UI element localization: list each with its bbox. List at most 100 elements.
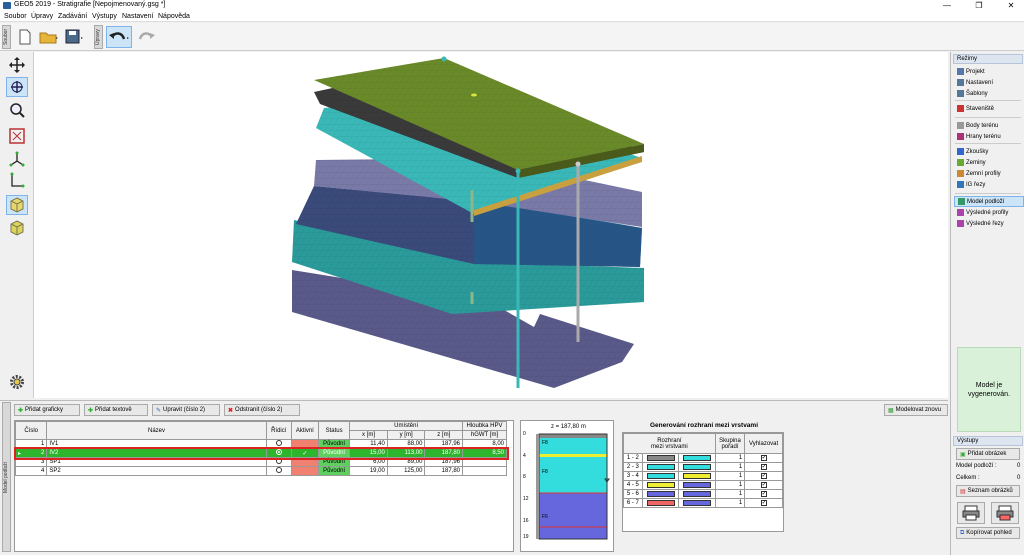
- remove-button[interactable]: ✖ Odstranit (číslo 2): [224, 404, 300, 416]
- row-ridici-radio[interactable]: [265, 439, 292, 449]
- row-status: Původní: [317, 466, 351, 476]
- tab-upravy[interactable]: Úpravy: [94, 25, 103, 49]
- mode-item-5[interactable]: Body terénu: [954, 120, 1024, 131]
- smooth-checkbox[interactable]: ✓: [760, 455, 767, 461]
- smooth-checkbox[interactable]: ✓: [760, 482, 767, 488]
- menu-nastaveni[interactable]: Nastavení: [122, 13, 154, 20]
- mode-item-6[interactable]: Hrany terénu: [954, 131, 1024, 142]
- add-image-button[interactable]: ▣ Přidat obrázek: [956, 448, 1020, 460]
- table-row[interactable]: 3 - 4 1 ✓: [623, 471, 783, 481]
- interface-group[interactable]: 1: [714, 498, 746, 508]
- mode-item-9[interactable]: Zemní profily: [954, 168, 1024, 179]
- radio-icon[interactable]: [275, 440, 282, 446]
- open-file-button[interactable]: [38, 26, 60, 48]
- interface-smooth[interactable]: ✓: [744, 462, 783, 472]
- row-number: ▸ 2: [14, 448, 48, 458]
- menu-soubor[interactable]: Soubor: [4, 13, 27, 20]
- radio-icon[interactable]: [275, 458, 282, 464]
- undo-icon: [109, 32, 129, 40]
- interface-smooth[interactable]: ✓: [744, 498, 783, 508]
- mode-item-11[interactable]: Model podloží: [954, 196, 1024, 207]
- menu-zadavani[interactable]: Zadávání: [58, 13, 87, 20]
- row-pointer-icon: ▸: [18, 450, 22, 457]
- 3d-viewport[interactable]: [34, 52, 948, 398]
- table-row[interactable]: 1 - 2 1 ✓: [623, 453, 783, 463]
- interface-group[interactable]: 1: [714, 462, 746, 472]
- interface-smooth[interactable]: ✓: [744, 453, 783, 463]
- menu-napoveda[interactable]: Nápověda: [158, 13, 190, 20]
- mode-item-10[interactable]: IG řezy: [954, 179, 1024, 190]
- interface-smooth[interactable]: ✓: [744, 471, 783, 481]
- smooth-checkbox[interactable]: ✓: [760, 473, 767, 479]
- mode-item-12[interactable]: Výsledné profily: [954, 207, 1024, 218]
- interface-color-b: [678, 453, 716, 463]
- row-ridici-radio[interactable]: [265, 466, 292, 476]
- edit-button[interactable]: ✎ Upravit (číslo 2): [152, 404, 220, 416]
- row-aktivni[interactable]: [290, 466, 319, 476]
- regenerate-model-button[interactable]: ▦ Modelovat znovu: [884, 404, 948, 416]
- mode-item-2[interactable]: Nastavení: [954, 77, 1024, 88]
- row-aktivni[interactable]: [290, 439, 319, 449]
- close-button[interactable]: ✕: [1000, 0, 1022, 11]
- zoom-extents-tool[interactable]: [6, 126, 28, 146]
- undo-button[interactable]: [106, 26, 132, 48]
- interface-group[interactable]: 1: [714, 480, 746, 490]
- axis-2d-tool[interactable]: [6, 170, 28, 190]
- axis-3d-tool[interactable]: [6, 149, 28, 169]
- rotate-tool[interactable]: [6, 77, 28, 97]
- image-list-button[interactable]: ▤ Seznam obrázků: [956, 485, 1020, 497]
- interface-group[interactable]: 1: [714, 471, 746, 481]
- radio-icon[interactable]: [275, 467, 282, 473]
- save-button[interactable]: [64, 26, 86, 48]
- table-row[interactable]: 1 IV1 Původní 11,40 88,00 187,96 8,00: [14, 439, 507, 449]
- mode-item-7[interactable]: Zkoušky: [954, 146, 1024, 157]
- mode-item-3[interactable]: Šablony: [954, 88, 1024, 99]
- mode-item-8[interactable]: Zeminy: [954, 157, 1024, 168]
- tab-model-podlozi[interactable]: Model podloží: [2, 402, 11, 552]
- mode-item-1[interactable]: Projekt: [954, 66, 1024, 77]
- row-aktivni[interactable]: ✓: [290, 448, 319, 458]
- row-x: 11,40: [349, 439, 388, 449]
- mode-item-13[interactable]: Výsledné řezy: [954, 218, 1024, 229]
- table-row[interactable]: 2 - 3 1 ✓: [623, 462, 783, 472]
- zoom-tool[interactable]: [6, 100, 28, 120]
- row-ridici-radio[interactable]: [265, 448, 292, 458]
- menu-vystupy[interactable]: Výstupy: [92, 13, 117, 20]
- add-graphic-button[interactable]: ✚ Přidat graficky: [14, 404, 80, 416]
- solid-view-tool[interactable]: [6, 195, 28, 215]
- table-row[interactable]: 4 SP2 Původní 19,00 125,00 187,80: [14, 466, 507, 476]
- settings-tool[interactable]: [6, 372, 28, 392]
- table-row[interactable]: 6 - 7 1 ✓: [623, 498, 783, 508]
- app-icon: [3, 2, 11, 9]
- table-row[interactable]: ▸ 2 IV2 ✓ Původní 15,00 113,00 187,80 8,50: [13, 446, 509, 460]
- table-row[interactable]: 4 - 5 1 ✓: [623, 480, 783, 490]
- interface-smooth[interactable]: ✓: [744, 489, 783, 499]
- new-file-button[interactable]: [14, 26, 36, 48]
- smooth-checkbox[interactable]: ✓: [760, 464, 767, 470]
- move-tool[interactable]: [6, 55, 28, 75]
- radio-icon[interactable]: [275, 449, 282, 455]
- mode-label: Výsledné řezy: [966, 220, 1004, 227]
- maximize-button[interactable]: ❐: [968, 0, 990, 11]
- row-aktivni[interactable]: [290, 457, 319, 467]
- add-text-button[interactable]: ✚ Přidat textově: [84, 404, 148, 416]
- interface-group[interactable]: 1: [714, 453, 746, 463]
- copy-view-button[interactable]: ⧉ Kopírovat pohled: [956, 527, 1020, 539]
- wire-view-tool[interactable]: [6, 218, 28, 238]
- smooth-checkbox[interactable]: ✓: [760, 491, 767, 497]
- table-row[interactable]: 5 - 6 1 ✓: [623, 489, 783, 499]
- interface-group[interactable]: 1: [714, 489, 746, 499]
- print-button[interactable]: [957, 502, 985, 524]
- interface-smooth[interactable]: ✓: [744, 480, 783, 490]
- redo-button[interactable]: [136, 26, 158, 48]
- print-export-button[interactable]: [991, 502, 1019, 524]
- table-row[interactable]: 3 SP1 Původní 6,00 89,00 187,96: [14, 457, 507, 467]
- row-ridici-radio[interactable]: [265, 457, 292, 467]
- cube-solid-icon: [10, 197, 24, 213]
- col-hloubka: Hloubka HPV: [462, 421, 507, 431]
- tab-soubor[interactable]: Soubor: [2, 25, 11, 49]
- smooth-checkbox[interactable]: ✓: [760, 500, 767, 506]
- menu-upravy[interactable]: Úpravy: [31, 13, 53, 20]
- mode-item-4[interactable]: Staveniště: [954, 103, 1024, 114]
- minimize-button[interactable]: —: [936, 0, 958, 11]
